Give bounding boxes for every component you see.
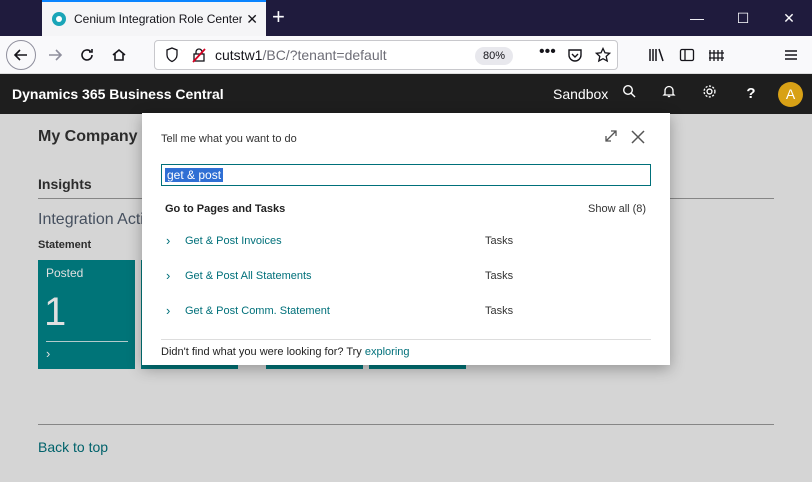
shield-icon[interactable] xyxy=(165,47,179,66)
show-all-link[interactable]: Show all (8) xyxy=(588,203,646,215)
result-row[interactable]: › Get & Post Comm. Statement Tasks xyxy=(161,300,651,326)
chevron-right-icon: › xyxy=(166,268,171,283)
library-icon xyxy=(649,48,664,62)
minimize-button[interactable]: — xyxy=(674,0,720,36)
close-icon[interactable] xyxy=(630,126,646,151)
tab-title: Cenium Integration Role Center xyxy=(74,12,242,26)
section-heading: Go to Pages and Tasks xyxy=(165,203,286,215)
chevron-right-icon: › xyxy=(166,303,171,318)
divider xyxy=(161,339,651,340)
extension-icon xyxy=(709,50,724,61)
reload-button[interactable] xyxy=(72,40,102,70)
result-label[interactable]: Get & Post Invoices xyxy=(185,235,282,247)
arrow-right-icon xyxy=(49,49,63,61)
maximize-button[interactable]: ☐ xyxy=(720,0,766,36)
home-icon xyxy=(112,48,126,61)
zoom-badge[interactable]: 80% xyxy=(475,47,514,65)
hamburger-icon xyxy=(785,50,797,60)
result-label[interactable]: Get & Post All Statements xyxy=(185,270,312,282)
result-type: Tasks xyxy=(485,270,514,282)
result-type: Tasks xyxy=(485,305,514,317)
chevron-right-icon: › xyxy=(166,233,171,248)
help-icon[interactable]: ? xyxy=(741,85,761,102)
exploring-link[interactable]: exploring xyxy=(365,346,410,358)
site-favicon-icon xyxy=(52,12,66,26)
insecure-lock-icon[interactable] xyxy=(191,47,207,66)
pocket-icon[interactable] xyxy=(567,47,583,66)
more-actions-icon[interactable]: ••• xyxy=(539,43,556,61)
result-row[interactable]: › Get & Post Invoices Tasks xyxy=(161,230,651,256)
environment-label: Sandbox xyxy=(553,86,609,102)
app-bar: Dynamics 365 Business Central Sandbox ? … xyxy=(0,74,812,114)
result-type: Tasks xyxy=(485,235,514,247)
new-tab-button[interactable]: + xyxy=(272,5,285,29)
forward-button[interactable] xyxy=(40,40,70,70)
app-title[interactable]: Dynamics 365 Business Central xyxy=(12,86,224,102)
url-bar[interactable]: cutstw1/BC/?tenant=default 80% ••• xyxy=(154,40,618,70)
tell-me-dialog: Tell me what you want to do get & post G… xyxy=(142,113,670,365)
browser-tab[interactable]: Cenium Integration Role Center ✕ xyxy=(42,0,266,36)
sidebar-icon xyxy=(679,48,695,62)
result-label[interactable]: Get & Post Comm. Statement xyxy=(185,305,330,317)
arrow-left-icon xyxy=(13,49,27,61)
search-query: get & post xyxy=(165,168,224,182)
url-path: /BC/?tenant=default xyxy=(262,47,387,63)
library-button[interactable] xyxy=(642,40,672,70)
extension-button[interactable] xyxy=(702,40,732,70)
tab-close-icon[interactable]: ✕ xyxy=(246,11,258,28)
home-button[interactable] xyxy=(104,40,134,70)
browser-tab-bar: Cenium Integration Role Center ✕ + — ☐ ✕ xyxy=(0,0,812,36)
back-button[interactable] xyxy=(6,40,36,70)
tell-me-search-input[interactable]: get & post xyxy=(161,164,651,186)
bell-icon[interactable] xyxy=(659,84,679,102)
footer-text: Didn't find what you were looking for? T… xyxy=(161,346,365,358)
expand-icon[interactable] xyxy=(604,129,618,147)
dialog-title: Tell me what you want to do xyxy=(161,133,297,145)
search-icon[interactable] xyxy=(619,84,639,102)
url-host: cutstw1 xyxy=(215,47,263,63)
reload-icon xyxy=(81,49,93,61)
bookmark-star-icon[interactable] xyxy=(594,46,612,66)
gear-icon[interactable] xyxy=(699,84,719,103)
result-row[interactable]: › Get & Post All Statements Tasks xyxy=(161,265,651,291)
url-text: cutstw1/BC/?tenant=default xyxy=(215,47,387,63)
browser-nav-bar: cutstw1/BC/?tenant=default 80% ••• xyxy=(0,36,812,74)
avatar[interactable]: A xyxy=(778,82,803,107)
dialog-footer: Didn't find what you were looking for? T… xyxy=(161,346,410,358)
sidebar-button[interactable] xyxy=(672,40,702,70)
menu-button[interactable] xyxy=(776,40,806,70)
window-close-button[interactable]: ✕ xyxy=(766,0,812,36)
